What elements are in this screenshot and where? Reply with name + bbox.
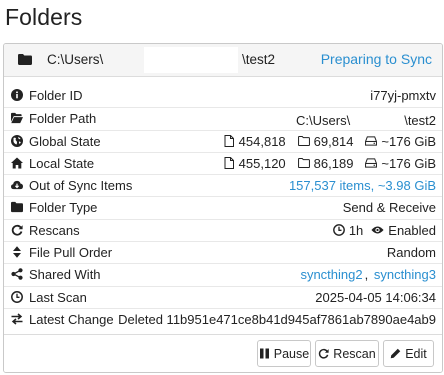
row-label: Folder Path — [29, 111, 97, 127]
local-state-value: 455,120 86,189 ~176 GiB — [223, 156, 436, 171]
hdd-icon — [365, 158, 378, 169]
watch-status: Enabled — [388, 222, 436, 238]
device-link-syncthing2[interactable]: syncthing2 — [300, 267, 362, 282]
pause-icon — [259, 348, 269, 359]
row-latest-change: Latest Change Deleted 11b951e471ce8b41d9… — [4, 307, 442, 330]
global-dirs-count: 69,814 — [313, 133, 354, 149]
row-shared-with: Shared With syncthing2, syncthing3 — [4, 263, 442, 285]
globe-icon — [11, 134, 23, 147]
row-folder-id: Folder ID i77yj-pmxtv — [4, 85, 442, 107]
folder-label-prefix: C:\Users\ — [47, 52, 104, 67]
folder-path-suffix: \test2 — [404, 112, 436, 128]
refresh-icon — [319, 348, 329, 359]
row-label: Local State — [29, 155, 95, 171]
folder-id-value: i77yj-pmxtv — [370, 88, 436, 103]
share-icon — [11, 268, 23, 281]
folder-panel: C:\Users\ \test2 Preparing to Sync Folde… — [3, 43, 443, 373]
folder-details: Folder ID i77yj-pmxtv Folder Path C:\Use… — [4, 85, 442, 330]
row-label: Out of Sync Items — [29, 178, 133, 194]
rescan-button[interactable]: Rescan — [315, 340, 379, 367]
row-label: Last Scan — [29, 289, 87, 305]
folder-icon — [11, 202, 23, 213]
shared-with-value: syncthing2, syncthing3 — [300, 267, 436, 282]
folder-panel-footer: Pause Rescan Edit — [4, 334, 442, 372]
folder-path-prefix: C:\Users\ — [296, 112, 351, 128]
row-folder-path: Folder Path C:\Users\ \test2 — [4, 107, 442, 130]
folder-open-icon — [11, 113, 23, 124]
row-rescans: Rescans 1h Enabled — [4, 218, 442, 241]
file-icon — [224, 135, 234, 148]
local-dirs-count: 86,189 — [313, 155, 354, 171]
clock-icon — [332, 224, 345, 237]
row-label: Shared With — [29, 267, 101, 283]
exchange-icon — [11, 313, 23, 325]
folder-panel-header[interactable]: C:\Users\ \test2 Preparing to Sync — [4, 44, 442, 77]
page-title: Folders — [5, 4, 83, 30]
row-label: Folder ID — [29, 88, 83, 103]
sort-icon — [13, 246, 21, 258]
folder-outline-icon — [297, 158, 310, 169]
file-pull-order-value: Random — [386, 245, 436, 261]
row-global-state: Global State 454,818 69,814 ~176 GiB — [4, 129, 442, 152]
redacted-area — [144, 47, 238, 73]
row-folder-type: Folder Type Send & Receive — [4, 196, 442, 218]
out-of-sync-link[interactable]: 157,537 items, ~3.98 GiB — [289, 178, 436, 193]
eye-icon — [371, 226, 384, 234]
row-label: Rescans — [29, 222, 80, 238]
pause-button[interactable]: Pause — [257, 340, 311, 367]
row-file-pull-order: File Pull Order Random — [4, 241, 442, 263]
global-state-value: 454,818 69,814 ~176 GiB — [223, 134, 436, 149]
edit-button[interactable]: Edit — [383, 340, 434, 367]
refresh-icon — [11, 224, 23, 236]
edit-label: Edit — [405, 346, 427, 361]
folder-outline-icon — [297, 136, 310, 147]
folder-icon — [18, 54, 32, 65]
local-size: ~176 GiB — [381, 155, 436, 171]
device-link-syncthing3[interactable]: syncthing3 — [374, 267, 436, 282]
row-label: Global State — [29, 133, 101, 149]
info-circle-icon — [11, 89, 23, 101]
global-size: ~176 GiB — [381, 133, 436, 149]
row-label: Latest Change — [29, 311, 114, 327]
rescan-label: Rescan — [333, 346, 376, 361]
folder-label-suffix: \test2 — [242, 52, 276, 67]
file-icon — [224, 157, 234, 170]
redacted-area — [352, 111, 403, 130]
folder-type-value: Send & Receive — [342, 200, 436, 216]
row-label: File Pull Order — [29, 245, 113, 261]
latest-change-value: Deleted 11b951e471ce8b41d945af7861ab7890… — [118, 311, 436, 327]
last-scan-value: 2025-04-05 14:06:34 — [315, 289, 436, 305]
global-files-count: 454,818 — [238, 133, 286, 149]
hdd-icon — [365, 136, 378, 146]
clock-icon — [11, 290, 23, 303]
pencil-icon — [390, 348, 401, 359]
row-local-state: Local State 455,120 86,189 ~176 GiB — [4, 151, 442, 174]
row-label: Folder Type — [29, 200, 98, 216]
home-icon — [11, 157, 23, 169]
cloud-download-icon — [11, 181, 23, 190]
folder-status: Preparing to Sync — [320, 51, 432, 67]
rescan-interval: 1h — [348, 222, 364, 238]
device-separator: , — [364, 267, 372, 283]
pause-label: Pause — [273, 346, 310, 361]
rescans-value: 1h Enabled — [332, 222, 436, 238]
folder-path-value: C:\Users\ \test2 — [296, 111, 436, 130]
local-files-count: 455,120 — [238, 155, 286, 171]
row-last-scan: Last Scan 2025-04-05 14:06:34 — [4, 285, 442, 308]
row-out-of-sync: Out of Sync Items 157,537 items, ~3.98 G… — [4, 174, 442, 196]
